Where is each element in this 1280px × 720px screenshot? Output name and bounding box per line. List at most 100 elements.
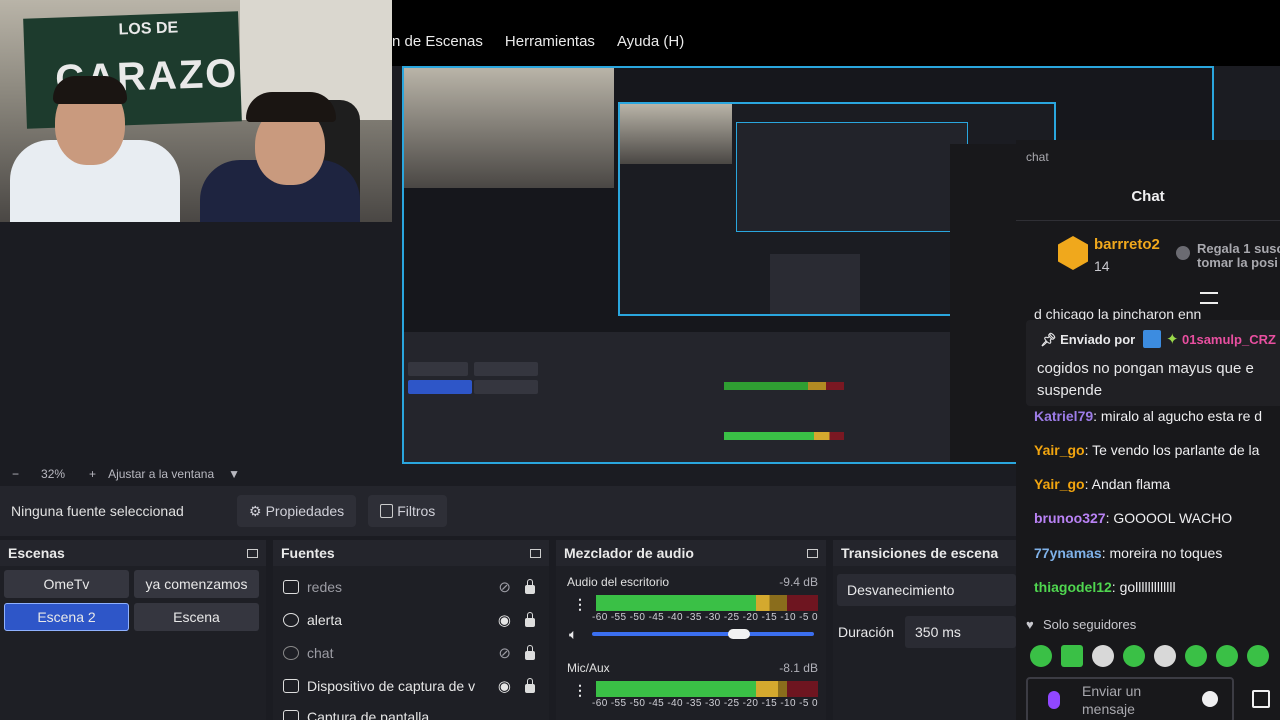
popout-icon[interactable]	[530, 548, 541, 558]
store-icon[interactable]	[1252, 690, 1270, 708]
chat-username[interactable]: 77ynamas	[1034, 545, 1102, 561]
source-screen-capture[interactable]: Captura de pantalla	[283, 704, 541, 720]
scene-ya-comenzamos[interactable]: ya comenzamos	[134, 570, 259, 598]
scene-escena-2[interactable]: Escena 2	[4, 603, 129, 631]
source-alerta[interactable]: alerta ◉	[283, 605, 541, 635]
chat-username[interactable]: Katriel79	[1034, 408, 1093, 424]
popout-icon[interactable]	[247, 548, 258, 558]
kebab-menu-icon[interactable]: ⋮	[573, 682, 587, 699]
filter-icon	[380, 504, 394, 518]
emote-icon[interactable]	[1123, 645, 1145, 667]
emote-icon[interactable]	[1216, 645, 1238, 667]
collapse-icon[interactable]	[1200, 292, 1218, 304]
channel-desktop-volume-slider[interactable]	[592, 629, 814, 639]
gift-line-2: tomar la posi	[1197, 255, 1278, 270]
source-video-capture[interactable]: Dispositivo de captura de v ◉	[283, 671, 541, 701]
properties-button[interactable]: ⚙ Propiedades	[237, 495, 357, 527]
sources-title: Fuentes	[281, 545, 335, 561]
scenes-title: Escenas	[8, 545, 65, 561]
emote-icon[interactable]	[1247, 645, 1269, 667]
chat-message-input[interactable]: Enviar un mensaje	[1026, 677, 1234, 720]
source-chat[interactable]: chat ⊘	[283, 638, 541, 668]
channel-desktop-name: Audio del escritorio	[567, 575, 670, 589]
top-gifter-count: 14	[1094, 258, 1110, 274]
scene-escena[interactable]: Escena	[134, 603, 259, 631]
channel-mic-db: -8.1 dB	[779, 661, 818, 675]
eye-hidden-icon[interactable]: ⊘	[498, 578, 511, 596]
emote-icon[interactable]	[1185, 645, 1207, 667]
chat-title: Chat	[1131, 188, 1165, 205]
input-placeholder-1: Enviar un	[1082, 683, 1142, 699]
pinned-user[interactable]: 01samulp_CRZ	[1182, 332, 1276, 347]
microphone-icon[interactable]	[1048, 691, 1060, 709]
kebab-menu-icon[interactable]: ⋮	[573, 596, 587, 613]
chat-username[interactable]: thiagodel12	[1034, 579, 1112, 595]
chat-username[interactable]: Yair_go	[1034, 476, 1085, 492]
browser-source-icon	[283, 580, 299, 594]
scene-ometv[interactable]: OmeTv	[4, 570, 129, 598]
channel-desktop-meter	[596, 595, 818, 611]
emote-icon[interactable]	[1030, 645, 1052, 667]
badge-icon	[1143, 330, 1161, 348]
preview-left-empty	[0, 222, 400, 464]
followers-only-label: Solo seguidores	[1043, 617, 1137, 632]
chat-dock-label: chat	[1026, 150, 1049, 164]
emote-icon[interactable]	[1092, 645, 1114, 667]
transitions-title: Transiciones de escena	[841, 545, 999, 561]
top-gifter-name[interactable]: barrreto2	[1094, 236, 1160, 253]
menu-help[interactable]: Ayuda (H)	[617, 33, 684, 50]
scenes-list: OmeTv ya comenzamos Escena 2 Escena	[0, 566, 266, 720]
menu-scenes[interactable]: n de Escenas	[392, 33, 483, 50]
lock-icon[interactable]	[525, 612, 535, 627]
emote-icon[interactable]	[1154, 645, 1176, 667]
speaker-icon[interactable]: 🔈︎	[569, 626, 577, 643]
lock-icon[interactable]	[525, 678, 535, 693]
zoom-out-button[interactable]: −	[12, 467, 19, 481]
source-label: chat	[307, 645, 334, 661]
webcam-person-left	[10, 76, 180, 222]
menu-tools[interactable]: Herramientas	[505, 33, 595, 50]
globe-icon	[283, 646, 299, 660]
popout-icon[interactable]	[807, 548, 818, 558]
pinned-message[interactable]: 📌︎ Enviado por ✦ 01samulp_CRZ cogidos no…	[1026, 320, 1280, 406]
mixer-title: Mezclador de audio	[564, 545, 694, 561]
eye-icon[interactable]: ◉	[498, 611, 511, 629]
meter-segment	[596, 681, 756, 697]
fit-window-dropdown[interactable]: Ajustar a la ventana	[108, 467, 214, 481]
zoom-bar: − 32% + Ajustar a la ventana ▼	[0, 464, 1016, 484]
duration-input[interactable]: 350 ms	[905, 616, 1016, 648]
lock-icon[interactable]	[525, 579, 535, 594]
gift-line-1[interactable]: Regala 1 susc	[1197, 241, 1280, 256]
chat-username[interactable]: brunoo327	[1034, 510, 1106, 526]
filters-button[interactable]: Filtros	[368, 495, 448, 527]
source-redes[interactable]: redes ⊘	[283, 572, 541, 602]
camera-icon	[283, 679, 299, 693]
meter-segment	[755, 681, 787, 697]
zoom-in-button[interactable]: +	[89, 467, 96, 481]
duration-label: Duración	[838, 624, 895, 640]
db-scale: -60 -55 -50 -45 -40 -35 -30 -25 -20 -15 …	[592, 698, 818, 709]
eye-icon[interactable]: ◉	[498, 677, 511, 695]
emoji-icon[interactable]	[1202, 691, 1218, 707]
volume-knob[interactable]	[727, 629, 750, 639]
transition-type-select[interactable]: Desvanecimiento	[837, 574, 1016, 606]
scenes-dock-header: Escenas	[0, 540, 266, 566]
chat-message: thiagodel12: golllllllllllll	[1034, 579, 1176, 595]
chat-message: Katriel79: miralo al agucho esta re d	[1034, 408, 1263, 424]
chat-username[interactable]: Yair_go	[1034, 442, 1085, 458]
lock-icon[interactable]	[525, 645, 535, 660]
chevron-down-icon[interactable]: ▼	[228, 467, 240, 481]
channel-desktop-db: -9.4 dB	[779, 575, 818, 589]
source-label: alerta	[307, 612, 343, 628]
emote-icon[interactable]	[1061, 645, 1083, 667]
chat-message: Yair_go: Andan flama	[1034, 476, 1171, 492]
channel-mic-name: Mic/Aux	[567, 661, 610, 675]
monitor-icon	[283, 710, 299, 720]
mixer-dock-header: Mezclador de audio	[556, 540, 826, 566]
chat-message: brunoo327: GOOOOL WACHO	[1034, 510, 1233, 526]
chat-message: Yair_go: Te vendo los parlante de la	[1034, 442, 1260, 458]
globe-icon	[283, 613, 299, 627]
eye-hidden-icon[interactable]: ⊘	[498, 644, 511, 662]
gear-icon: ⚙	[249, 502, 262, 519]
pinned-label: 📌︎ Enviado por	[1040, 332, 1136, 347]
